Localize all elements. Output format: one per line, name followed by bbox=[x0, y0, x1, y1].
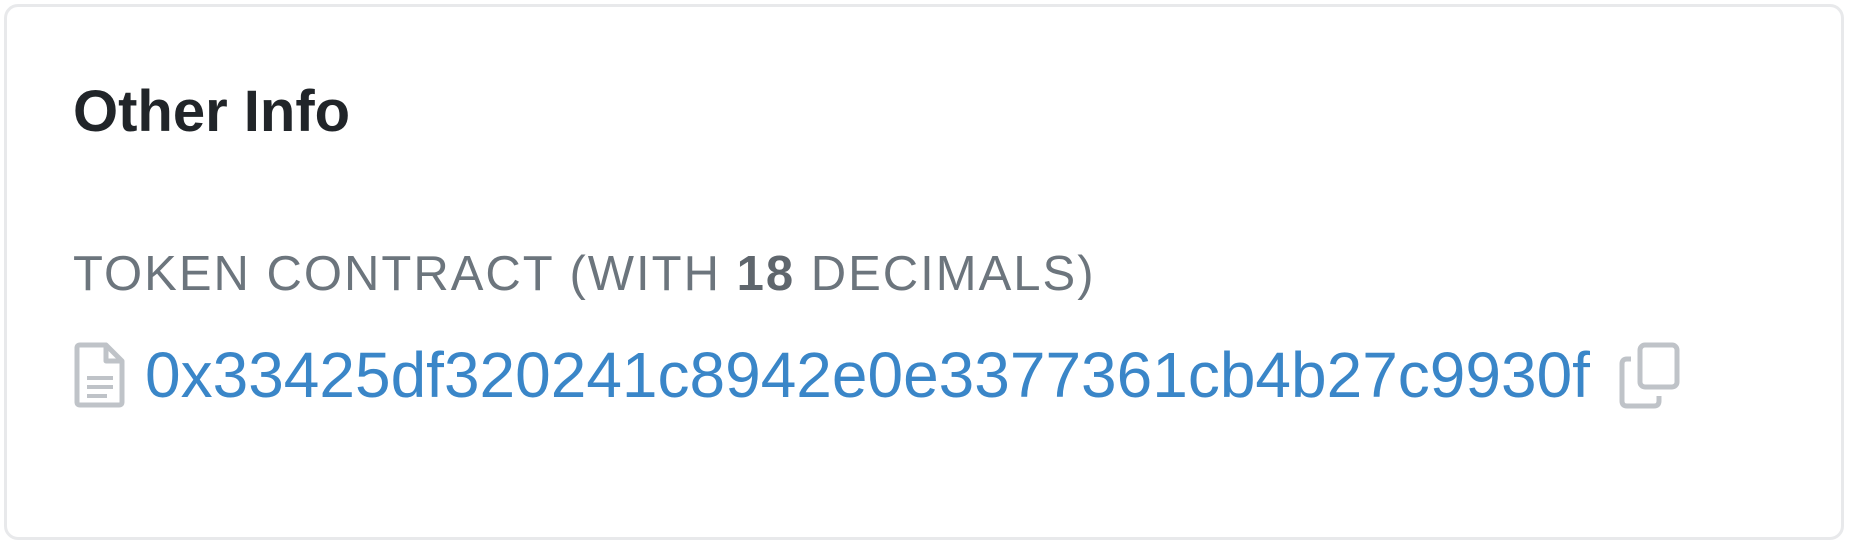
other-info-card: Other Info TOKEN CONTRACT (WITH 18 DECIM… bbox=[4, 4, 1844, 540]
token-decimals-value: 18 bbox=[736, 247, 796, 301]
token-contract-address-row: 0x33425df320241c8942e0e3377361cb4b27c993… bbox=[73, 337, 1684, 413]
token-contract-label: TOKEN CONTRACT (WITH 18 DECIMALS) bbox=[73, 245, 1096, 303]
token-contract-label-prefix: TOKEN CONTRACT (WITH bbox=[73, 247, 737, 301]
token-contract-address-link[interactable]: 0x33425df320241c8942e0e3377361cb4b27c993… bbox=[145, 337, 1590, 413]
copy-icon[interactable] bbox=[1616, 341, 1684, 409]
card-title: Other Info bbox=[73, 79, 351, 144]
token-contract-label-suffix: DECIMALS) bbox=[795, 247, 1096, 301]
file-text-icon bbox=[73, 341, 127, 409]
